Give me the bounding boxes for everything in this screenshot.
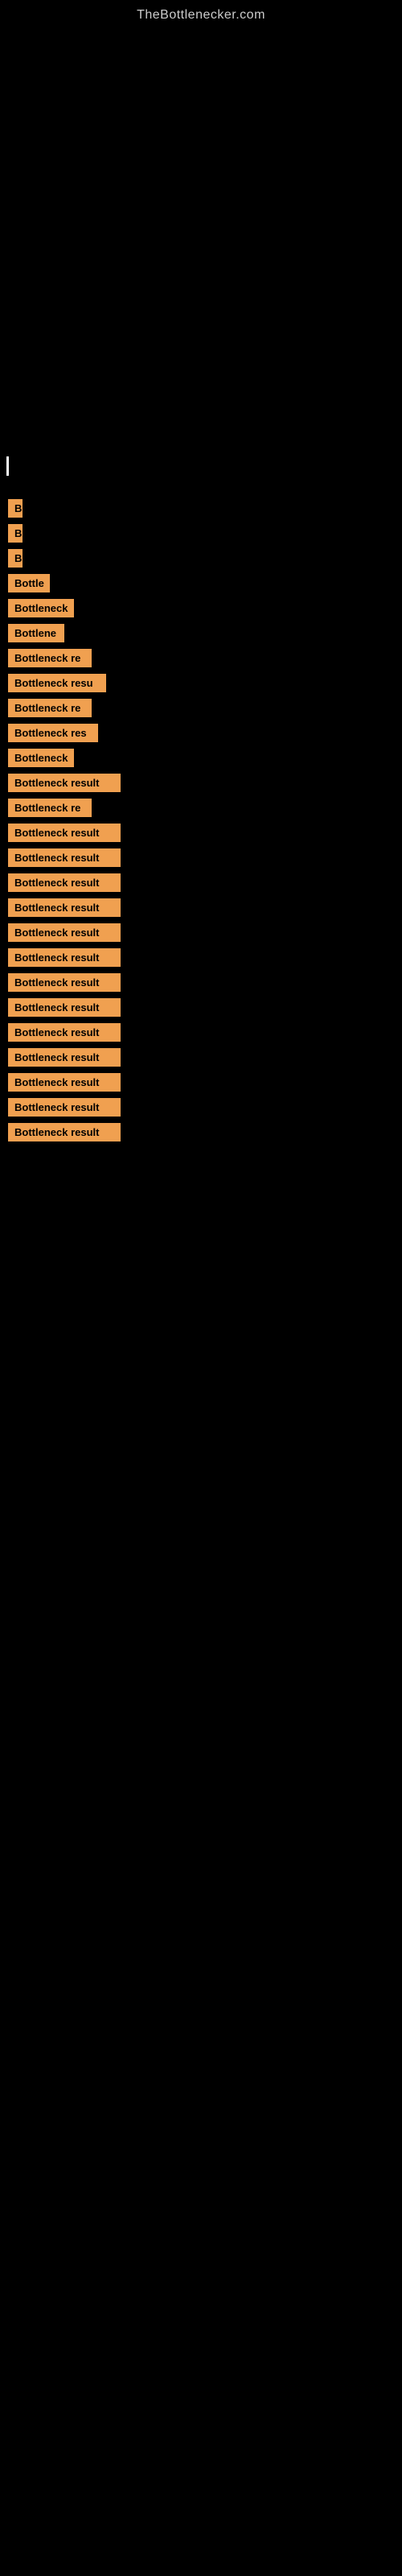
bottleneck-result-label: Bottleneck result: [8, 774, 121, 792]
result-item: Bottleneck result: [5, 948, 400, 967]
bottleneck-result-label: Bottleneck result: [8, 923, 121, 942]
result-item: Bottlene: [5, 624, 400, 642]
bottleneck-result-label: Bottle: [8, 574, 50, 592]
result-item: B: [5, 549, 400, 568]
bottleneck-result-label: Bottleneck result: [8, 948, 121, 967]
result-item: Bottleneck result: [5, 1023, 400, 1042]
bottleneck-result-label: Bottleneck result: [8, 1073, 121, 1092]
bottleneck-result-label: Bottleneck result: [8, 1123, 121, 1141]
bottleneck-result-label: B: [8, 549, 23, 568]
bottleneck-result-label: Bottleneck: [8, 599, 74, 617]
bottleneck-result-label: Bottleneck result: [8, 898, 121, 917]
bottleneck-result-label: Bottleneck re: [8, 649, 92, 667]
result-item: Bottleneck: [5, 599, 400, 617]
results-list: BBBBottleBottleneckBottleneBottleneck re…: [0, 491, 402, 1151]
bottleneck-result-label: Bottleneck re: [8, 799, 92, 817]
result-item: Bottleneck re: [5, 649, 400, 667]
result-item: Bottleneck re: [5, 799, 400, 817]
bottleneck-result-label: Bottleneck res: [8, 724, 98, 742]
bottleneck-result-label: Bottleneck: [8, 749, 74, 767]
bottleneck-result-label: Bottleneck result: [8, 1048, 121, 1067]
result-item: Bottleneck result: [5, 774, 400, 792]
result-item: Bottleneck re: [5, 699, 400, 717]
result-item: B: [5, 524, 400, 543]
bottleneck-result-label: Bottleneck result: [8, 824, 121, 842]
result-item: Bottleneck result: [5, 973, 400, 992]
bottleneck-result-label: Bottleneck result: [8, 1023, 121, 1042]
bottleneck-result-label: Bottleneck re: [8, 699, 92, 717]
bottleneck-result-label: Bottleneck result: [8, 848, 121, 867]
result-item: B: [5, 499, 400, 518]
result-item: Bottleneck result: [5, 1048, 400, 1067]
cursor-indicator: [6, 456, 9, 476]
bottleneck-result-label: Bottleneck result: [8, 998, 121, 1017]
result-item: Bottleneck result: [5, 1073, 400, 1092]
result-item: Bottleneck result: [5, 998, 400, 1017]
bottleneck-result-label: B: [8, 499, 23, 518]
result-item: Bottleneck result: [5, 1098, 400, 1117]
result-item: Bottleneck resu: [5, 674, 400, 692]
result-item: Bottleneck: [5, 749, 400, 767]
result-item: Bottleneck result: [5, 898, 400, 917]
bottleneck-result-label: Bottleneck result: [8, 1098, 121, 1117]
result-item: Bottleneck result: [5, 873, 400, 892]
bottleneck-result-label: Bottleneck resu: [8, 674, 106, 692]
result-item: Bottleneck result: [5, 923, 400, 942]
result-item: Bottleneck result: [5, 824, 400, 842]
result-item: Bottleneck result: [5, 1123, 400, 1141]
result-item: Bottleneck res: [5, 724, 400, 742]
bottleneck-result-label: B: [8, 524, 23, 543]
bottleneck-result-label: Bottleneck result: [8, 873, 121, 892]
bottleneck-result-label: Bottlene: [8, 624, 64, 642]
bottleneck-result-label: Bottleneck result: [8, 973, 121, 992]
result-item: Bottle: [5, 574, 400, 592]
site-title: TheBottlenecker.com: [0, 0, 402, 27]
chart-area: [0, 27, 402, 445]
result-item: Bottleneck result: [5, 848, 400, 867]
